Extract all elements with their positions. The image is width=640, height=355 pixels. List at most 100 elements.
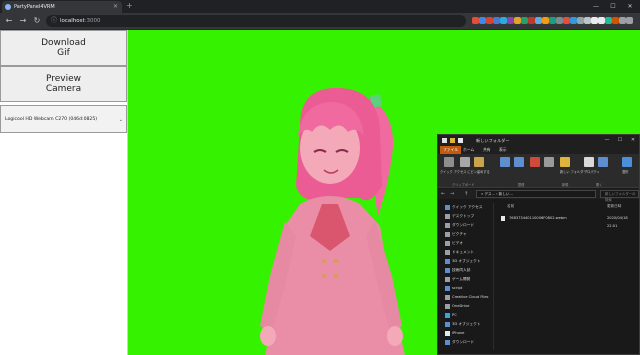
extension-icon[interactable]: [556, 17, 563, 24]
extension-icon[interactable]: [514, 17, 521, 24]
ribbon-new-folder-label: 新しい フォルダー: [560, 170, 587, 174]
extension-icon[interactable]: [507, 17, 514, 24]
nav-item[interactable]: ダウンロード: [438, 338, 494, 347]
nav-item-label: script: [452, 286, 463, 290]
browser-tab-bar: PartyPanel4VRM ✕ + — ☐ ✕: [0, 0, 640, 13]
extension-icon[interactable]: [500, 17, 507, 24]
explorer-file-list: 名前 更新日時 768373440110006F0802.webm 2020/0…: [495, 203, 639, 353]
extension-icon[interactable]: [577, 17, 584, 24]
move-to-icon[interactable]: [500, 157, 510, 167]
nav-item[interactable]: OneDrive: [438, 302, 494, 311]
extension-icon[interactable]: [612, 17, 619, 24]
quick-access-icon[interactable]: [458, 138, 463, 143]
tab-home[interactable]: ホーム: [460, 146, 477, 154]
browser-tab[interactable]: PartyPanel4VRM ✕: [2, 1, 122, 13]
nav-item-icon: [445, 250, 450, 255]
nav-item-label: Creative Cloud Files: [452, 295, 489, 299]
extension-icon[interactable]: [570, 17, 577, 24]
nav-item[interactable]: iPhone: [438, 329, 494, 338]
extension-icon[interactable]: [486, 17, 493, 24]
download-gif-button[interactable]: Download Gif: [0, 30, 127, 66]
extension-icon[interactable]: [535, 17, 542, 24]
nav-item[interactable]: script: [438, 284, 494, 293]
reload-icon[interactable]: ↻: [31, 15, 43, 27]
extension-icon[interactable]: [493, 17, 500, 24]
tab-close-icon[interactable]: ✕: [113, 1, 118, 13]
nav-item-label: クイック アクセス: [452, 205, 483, 209]
extension-icon[interactable]: [528, 17, 535, 24]
nav-item-icon: [445, 268, 450, 273]
maximize-button[interactable]: ☐: [605, 0, 621, 13]
extension-icon[interactable]: [542, 17, 549, 24]
nav-item[interactable]: ドキュメント: [438, 248, 494, 257]
explorer-maximize-button[interactable]: ☐: [614, 135, 626, 146]
site-info-icon[interactable]: ⓘ: [51, 15, 57, 27]
extension-icon[interactable]: [549, 17, 556, 24]
control-panel: Download Gif Preview Camera Logicool HD …: [0, 30, 128, 355]
extension-icon[interactable]: [626, 17, 633, 24]
nav-item[interactable]: ピクチャ: [438, 230, 494, 239]
explorer-title-bar: 新しいフォルダー — ☐ ✕: [438, 135, 639, 146]
properties-icon[interactable]: [584, 157, 594, 167]
nav-item[interactable]: ダウンロード: [438, 221, 494, 230]
explorer-search-input[interactable]: 新しいフォルダーの検索: [600, 190, 639, 202]
nav-item-label: ピクチャ: [452, 232, 467, 236]
nav-item[interactable]: クイック アクセス: [438, 203, 494, 212]
rename-icon[interactable]: [544, 157, 554, 167]
back-icon[interactable]: ←: [3, 15, 15, 27]
nav-item[interactable]: Creative Cloud Files: [438, 293, 494, 302]
nav-item[interactable]: ビデオ: [438, 239, 494, 248]
favicon-icon: [5, 4, 11, 10]
column-name-header[interactable]: 名前: [507, 204, 514, 209]
select-icon[interactable]: [622, 157, 632, 167]
vrm-character-preview: [260, 87, 405, 355]
extension-icon[interactable]: [563, 17, 570, 24]
copy-icon[interactable]: [460, 157, 470, 167]
extension-icon[interactable]: [598, 17, 605, 24]
group-open: 開く: [596, 183, 603, 187]
explorer-back-icon[interactable]: ←: [441, 190, 448, 198]
address-bar[interactable]: ⓘ localhost:3000: [46, 15, 466, 27]
close-window-button[interactable]: ✕: [622, 0, 638, 13]
explorer-up-icon[interactable]: ↑: [464, 190, 471, 198]
open-icon[interactable]: [598, 157, 608, 167]
explorer-address-bar[interactable]: « デス... › 新しい...: [476, 190, 596, 198]
explorer-close-button[interactable]: ✕: [627, 135, 639, 146]
explorer-forward-icon[interactable]: →: [450, 190, 457, 198]
nav-item-icon: [445, 286, 450, 291]
pin-icon[interactable]: [444, 157, 454, 167]
extension-icon[interactable]: [479, 17, 486, 24]
extension-icon[interactable]: [521, 17, 528, 24]
extension-icon[interactable]: [619, 17, 626, 24]
explorer-minimize-button[interactable]: —: [601, 135, 613, 146]
minimize-button[interactable]: —: [588, 0, 604, 13]
extension-icon[interactable]: [584, 17, 591, 24]
extension-icon[interactable]: [591, 17, 598, 24]
copy-to-icon[interactable]: [514, 157, 524, 167]
camera-select[interactable]: Logicool HD Webcam C270 (046d:0825) ⌄: [0, 105, 127, 133]
paste-icon[interactable]: [474, 157, 484, 167]
nav-item[interactable]: 技術同人誌: [438, 266, 494, 275]
explorer-app-icon: [442, 138, 447, 143]
explorer-status-bar: [438, 350, 639, 354]
delete-icon[interactable]: [530, 157, 540, 167]
new-folder-icon[interactable]: [560, 157, 570, 167]
nav-item[interactable]: 3D オブジェクト: [438, 320, 494, 329]
nav-item[interactable]: PC: [438, 311, 494, 320]
tab-file[interactable]: ファイル: [440, 146, 462, 154]
new-tab-button[interactable]: +: [126, 1, 133, 11]
file-row[interactable]: 768373440110006F0802.webm 2020/04/18 22:…: [497, 214, 639, 228]
forward-icon[interactable]: →: [17, 15, 29, 27]
nav-item-icon: [445, 277, 450, 282]
nav-item[interactable]: ゲーム開発: [438, 275, 494, 284]
nav-item-icon: [445, 205, 450, 210]
extension-icon[interactable]: [472, 17, 479, 24]
extension-icon[interactable]: [605, 17, 612, 24]
tab-view[interactable]: 表示: [496, 146, 510, 154]
nav-item[interactable]: デスクトップ: [438, 212, 494, 221]
nav-item-label: ダウンロード: [452, 340, 475, 344]
column-date-header[interactable]: 更新日時: [607, 204, 621, 209]
nav-item[interactable]: 3D オブジェクト: [438, 257, 494, 266]
tab-share[interactable]: 共有: [480, 146, 494, 154]
preview-camera-button[interactable]: Preview Camera: [0, 66, 127, 102]
